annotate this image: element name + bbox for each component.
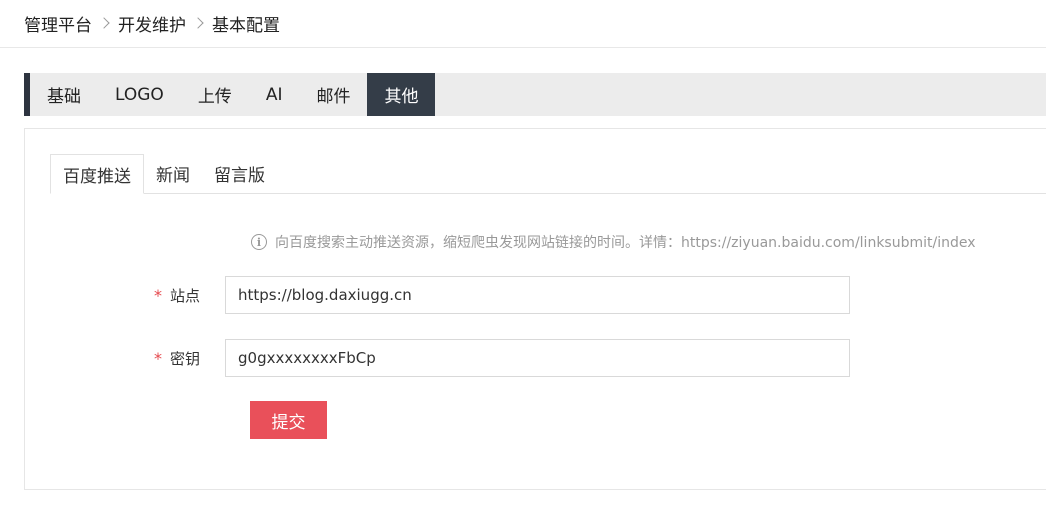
info-icon: i xyxy=(251,234,267,250)
tab-mail[interactable]: 邮件 xyxy=(299,73,367,116)
key-input[interactable] xyxy=(225,339,850,377)
sub-tab-bar: 百度推送 新闻 留言版 xyxy=(50,154,1046,194)
chevron-right-icon xyxy=(192,17,204,29)
form-row-site: * 站点 xyxy=(25,276,850,314)
breadcrumb: 管理平台 开发维护 基本配置 xyxy=(24,10,280,36)
site-label: * 站点 xyxy=(25,285,225,306)
tab-basic[interactable]: 基础 xyxy=(30,73,98,116)
chevron-right-icon xyxy=(98,17,110,29)
subtab-guestbook[interactable]: 留言版 xyxy=(202,154,277,193)
key-label: * 密钥 xyxy=(25,348,225,369)
tab-other[interactable]: 其他 xyxy=(367,73,436,116)
tab-ai[interactable]: AI xyxy=(249,73,300,116)
subtab-news[interactable]: 新闻 xyxy=(144,154,202,193)
main-tab-bar: 基础 LOGO 上传 AI 邮件 其他 xyxy=(24,73,1046,116)
site-label-text: 站点 xyxy=(169,286,200,305)
key-label-text: 密钥 xyxy=(169,349,200,368)
form-row-key: * 密钥 xyxy=(25,339,850,377)
required-mark: * xyxy=(153,348,162,368)
header-divider xyxy=(0,47,1046,48)
required-mark: * xyxy=(153,285,162,305)
submit-button[interactable]: 提交 xyxy=(250,401,327,439)
breadcrumb-item-config: 基本配置 xyxy=(212,15,280,36)
tab-logo[interactable]: LOGO xyxy=(98,73,181,116)
help-tip: i 向百度搜索主动推送资源，缩短爬虫发现网站链接的时间。详情：https://z… xyxy=(251,232,976,252)
help-tip-text: 向百度搜索主动推送资源，缩短爬虫发现网站链接的时间。详情：https://ziy… xyxy=(275,235,976,251)
breadcrumb-item-dev[interactable]: 开发维护 xyxy=(118,11,186,36)
subtab-baidu-push[interactable]: 百度推送 xyxy=(50,154,144,194)
tab-upload[interactable]: 上传 xyxy=(181,73,249,116)
breadcrumb-item-platform[interactable]: 管理平台 xyxy=(24,11,92,36)
site-input[interactable] xyxy=(225,276,850,314)
settings-panel: 百度推送 新闻 留言版 i 向百度搜索主动推送资源，缩短爬虫发现网站链接的时间。… xyxy=(24,128,1046,490)
